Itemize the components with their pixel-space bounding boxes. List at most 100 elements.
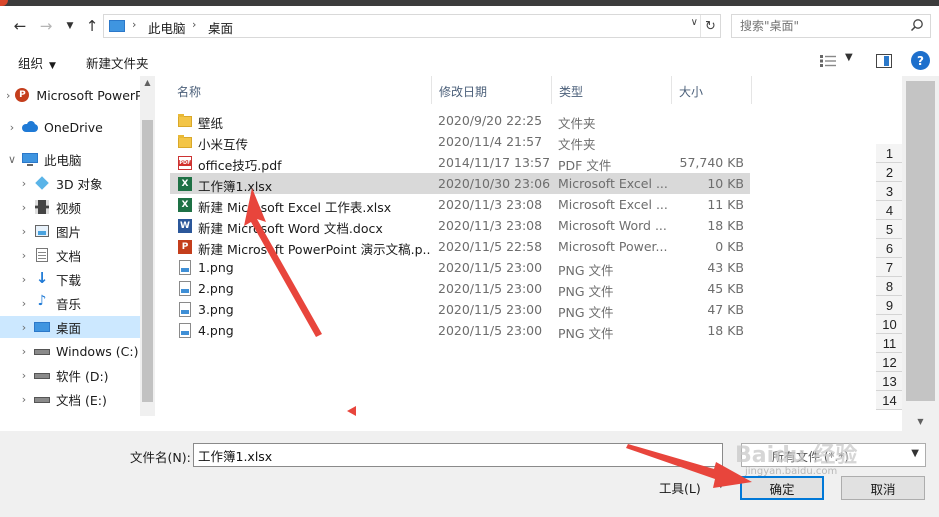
help-icon[interactable]: ? xyxy=(911,51,930,70)
file-row[interactable]: 4.png 2020/11/5 23:00 PNG 文件 18 KB xyxy=(170,320,750,341)
expand-chevron-icon[interactable]: › xyxy=(18,321,30,334)
file-list-scroll-thumb[interactable] xyxy=(906,81,935,401)
documents-icon xyxy=(34,247,50,263)
sidebar-item[interactable]: › OneDrive xyxy=(0,116,140,138)
expand-chevron-icon[interactable]: › xyxy=(18,369,30,382)
spreadsheet-row-number: 9 xyxy=(876,296,903,315)
sidebar-item[interactable]: › 3D 对象 xyxy=(0,172,140,194)
sidebar-item-label: 下载 xyxy=(56,272,82,288)
refresh-icon[interactable]: ↻ xyxy=(700,15,720,37)
file-row[interactable]: P 新建 Microsoft PowerPoint 演示文稿.p... 2020/1… xyxy=(170,236,750,257)
organize-button[interactable]: 组织 ▼ xyxy=(18,53,56,72)
breadcrumb-desktop[interactable]: 桌面 xyxy=(208,18,233,37)
drive-icon xyxy=(34,391,50,407)
expand-chevron-icon[interactable]: › xyxy=(18,249,30,262)
file-type: PNG 文件 xyxy=(558,305,614,320)
tools-menu[interactable]: 工具(L) ▼ xyxy=(659,478,725,497)
address-dropdown-icon[interactable]: ∨ xyxy=(691,17,698,28)
sidebar-item-label: 音乐 xyxy=(56,296,82,312)
file-date: 2014/11/17 13:57 xyxy=(438,155,551,170)
column-header-type[interactable]: 类型 xyxy=(552,76,672,104)
back-arrow-icon[interactable]: ← xyxy=(10,16,30,36)
search-icon[interactable] xyxy=(910,18,924,32)
sidebar-item[interactable]: › 视频 xyxy=(0,196,140,218)
sidebar-item[interactable]: ∨ 此电脑 xyxy=(0,148,140,170)
expand-chevron-icon[interactable]: › xyxy=(18,177,30,190)
file-date: 2020/11/3 23:08 xyxy=(438,197,543,212)
file-size: 57,740 KB xyxy=(679,155,744,170)
file-date: 2020/11/5 23:00 xyxy=(438,281,543,296)
sidebar-item[interactable]: › P Microsoft PowerPoint xyxy=(0,84,140,106)
sidebar-item[interactable]: › 软件 (D:) xyxy=(0,364,140,386)
address-bar[interactable]: › 此电脑 › 桌面 ∨ ↻ xyxy=(103,14,721,38)
file-size: 47 KB xyxy=(707,302,744,317)
file-name: 小米互传 xyxy=(198,137,249,152)
expand-chevron-icon[interactable]: › xyxy=(18,393,30,406)
file-row[interactable]: X 新建 Microsoft Excel 工作表.xlsx 2020/11/3 23… xyxy=(170,194,750,215)
sidebar-item[interactable]: › Windows (C:) xyxy=(0,340,140,362)
sidebar-item[interactable]: › 图片 xyxy=(0,220,140,242)
filename-input[interactable] xyxy=(193,443,723,467)
file-name: 2.png xyxy=(198,281,234,296)
view-options-icon[interactable] xyxy=(820,55,836,67)
file-date: 2020/11/3 23:08 xyxy=(438,218,543,233)
recent-locations-chevron-icon[interactable]: ▼ xyxy=(60,16,80,36)
navigation-scroll-thumb[interactable] xyxy=(142,120,153,402)
file-row[interactable]: 壁纸 2020/9/20 22:25 文件夹 xyxy=(170,110,750,131)
sidebar-item[interactable]: › 桌面 xyxy=(0,316,140,338)
video-icon xyxy=(34,199,50,215)
cancel-button[interactable]: 取消 xyxy=(841,476,925,500)
search-input[interactable] xyxy=(732,15,902,37)
column-header-row: 名称 修改日期 类型 大小 xyxy=(170,76,876,104)
file-name: 新建 Microsoft PowerPoint 演示文稿.p... xyxy=(198,242,430,257)
column-header-size[interactable]: 大小 xyxy=(672,76,752,104)
breadcrumb-separator-icon[interactable]: › xyxy=(132,18,136,31)
spreadsheet-row-number: 12 xyxy=(876,353,903,372)
column-header-date[interactable]: 修改日期 xyxy=(432,76,552,104)
expand-chevron-icon[interactable]: ∨ xyxy=(6,153,18,166)
preview-pane-icon[interactable] xyxy=(876,54,892,68)
word-icon: W xyxy=(178,218,192,233)
expand-chevron-icon[interactable]: › xyxy=(18,345,30,358)
cloud-icon xyxy=(22,119,38,135)
expand-chevron-icon[interactable]: › xyxy=(18,201,30,214)
navigation-pane: › P Microsoft PowerPoint › OneDrive ∨ 此电脑 › 3D 对… xyxy=(0,76,155,431)
new-folder-button[interactable]: 新建文件夹 xyxy=(86,53,149,72)
scroll-up-icon[interactable]: ▲ xyxy=(140,78,155,87)
file-list-scrollbar[interactable]: ▼ xyxy=(902,76,939,431)
file-row[interactable]: X 工作簿1.xlsx 2020/10/30 23:06 Microsoft Exce… xyxy=(170,173,750,194)
view-dropdown-icon[interactable]: ▼ xyxy=(845,52,853,63)
watermark-url: jingyan.baidu.com xyxy=(745,466,838,477)
spreadsheet-row-number: 13 xyxy=(876,372,903,391)
column-header-name[interactable]: 名称 xyxy=(170,76,432,104)
expand-chevron-icon[interactable]: › xyxy=(18,273,30,286)
sidebar-item[interactable]: › 文档 xyxy=(0,244,140,266)
watermark: Baidu 经验 xyxy=(735,443,858,468)
sidebar-item[interactable]: › ♪ 音乐 xyxy=(0,292,140,314)
forward-arrow-icon[interactable]: → xyxy=(36,16,56,36)
sidebar-item-label: 文档 (E:) xyxy=(56,392,107,408)
file-row[interactable]: 2.png 2020/11/5 23:00 PNG 文件 45 KB xyxy=(170,278,750,299)
file-row[interactable]: 小米互传 2020/11/4 21:57 文件夹 xyxy=(170,131,750,152)
file-name: 3.png xyxy=(198,302,234,317)
file-row[interactable]: PDF office技巧.pdf 2014/11/17 13:57 PDF 文件 57,… xyxy=(170,152,750,173)
file-row[interactable]: 3.png 2020/11/5 23:00 PNG 文件 47 KB xyxy=(170,299,750,320)
expand-chevron-icon[interactable]: › xyxy=(18,225,30,238)
navigation-scrollbar[interactable]: ▲ ▼ xyxy=(140,76,155,431)
horizontal-scrollbar[interactable] xyxy=(0,416,876,431)
sidebar-item[interactable]: › 文档 (E:) xyxy=(0,388,140,410)
search-box[interactable] xyxy=(731,14,931,38)
file-row[interactable]: 1.png 2020/11/5 23:00 PNG 文件 43 KB xyxy=(170,257,750,278)
scroll-down-icon[interactable]: ▼ xyxy=(902,417,939,426)
expand-chevron-icon[interactable]: › xyxy=(6,121,18,134)
expand-chevron-icon[interactable]: › xyxy=(18,297,30,310)
sidebar-item[interactable]: › ↓ 下载 xyxy=(0,268,140,290)
breadcrumb-this-pc[interactable]: 此电脑 xyxy=(148,18,186,37)
file-row[interactable]: W 新建 Microsoft Word 文档.docx 2020/11/3 23:0… xyxy=(170,215,750,236)
open-button[interactable]: 确定 xyxy=(740,476,824,500)
expand-chevron-icon[interactable]: › xyxy=(6,89,10,102)
image-file-icon xyxy=(178,281,192,296)
up-arrow-icon[interactable]: ↑ xyxy=(82,16,102,36)
breadcrumb-separator-icon[interactable]: › xyxy=(192,18,196,31)
excel-icon: X xyxy=(178,176,192,191)
